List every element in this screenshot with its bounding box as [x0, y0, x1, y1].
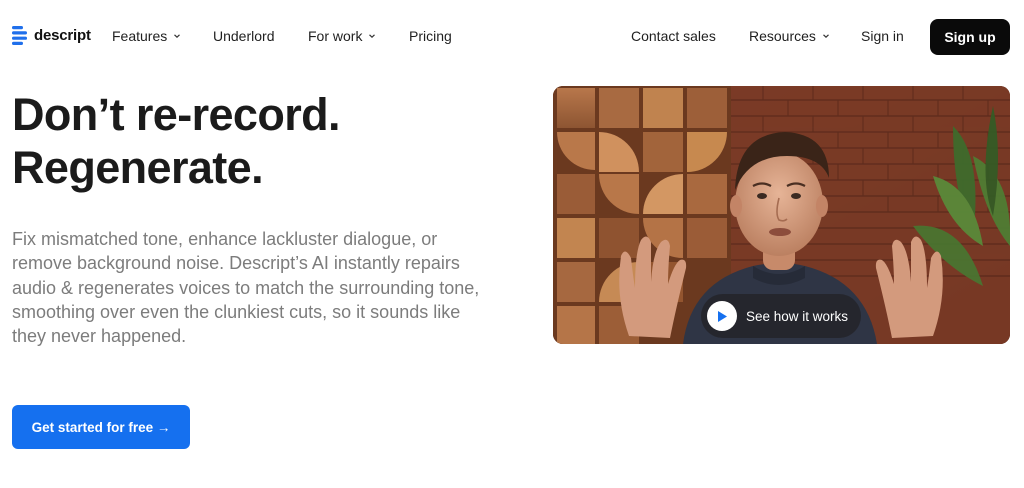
nav-underlord-label: Underlord	[213, 28, 275, 44]
sign-up-button[interactable]: Sign up	[930, 19, 1010, 55]
play-button-circle	[707, 301, 737, 331]
hero-description: Fix mismatched tone, enhance lackluster …	[12, 229, 480, 347]
nav-for-work[interactable]: For work	[308, 28, 376, 44]
see-how-it-works-button[interactable]: See how it works	[701, 294, 861, 338]
nav-pricing-label: Pricing	[409, 28, 452, 44]
descript-logo-icon	[12, 26, 27, 45]
nav-pricing[interactable]: Pricing	[409, 28, 452, 44]
hero-video[interactable]: See how it works	[553, 86, 1010, 344]
brand-name: descript	[34, 27, 91, 44]
chevron-down-icon	[174, 34, 181, 39]
nav-contact-sales[interactable]: Contact sales	[631, 28, 716, 44]
nav-underlord[interactable]: Underlord	[213, 28, 274, 44]
brand-logo[interactable]: descript	[12, 26, 91, 45]
hero-headline-line-1: Don’t re-record.	[12, 89, 341, 140]
play-icon	[718, 310, 727, 322]
nav-sign-in[interactable]: Sign in	[861, 28, 904, 44]
see-how-it-works-label: See how it works	[746, 308, 849, 324]
nav-contact-sales-label: Contact sales	[631, 28, 716, 44]
get-started-button[interactable]: Get started for free →	[12, 405, 190, 449]
nav-features-label: Features	[112, 28, 168, 44]
top-navigation: descript Features Underlord For work Pri…	[0, 0, 1024, 74]
hero-headline: Don’t re-record. Regenerate.	[12, 88, 492, 194]
nav-resources[interactable]: Resources	[749, 28, 830, 44]
nav-sign-in-label: Sign in	[861, 28, 904, 44]
nav-features[interactable]: Features	[112, 28, 181, 44]
chevron-down-icon	[823, 34, 829, 39]
nav-resources-label: Resources	[749, 28, 816, 44]
hero-headline-line-2: Regenerate.	[12, 142, 264, 193]
chevron-down-icon	[369, 34, 376, 39]
nav-for-work-label: For work	[308, 28, 363, 44]
